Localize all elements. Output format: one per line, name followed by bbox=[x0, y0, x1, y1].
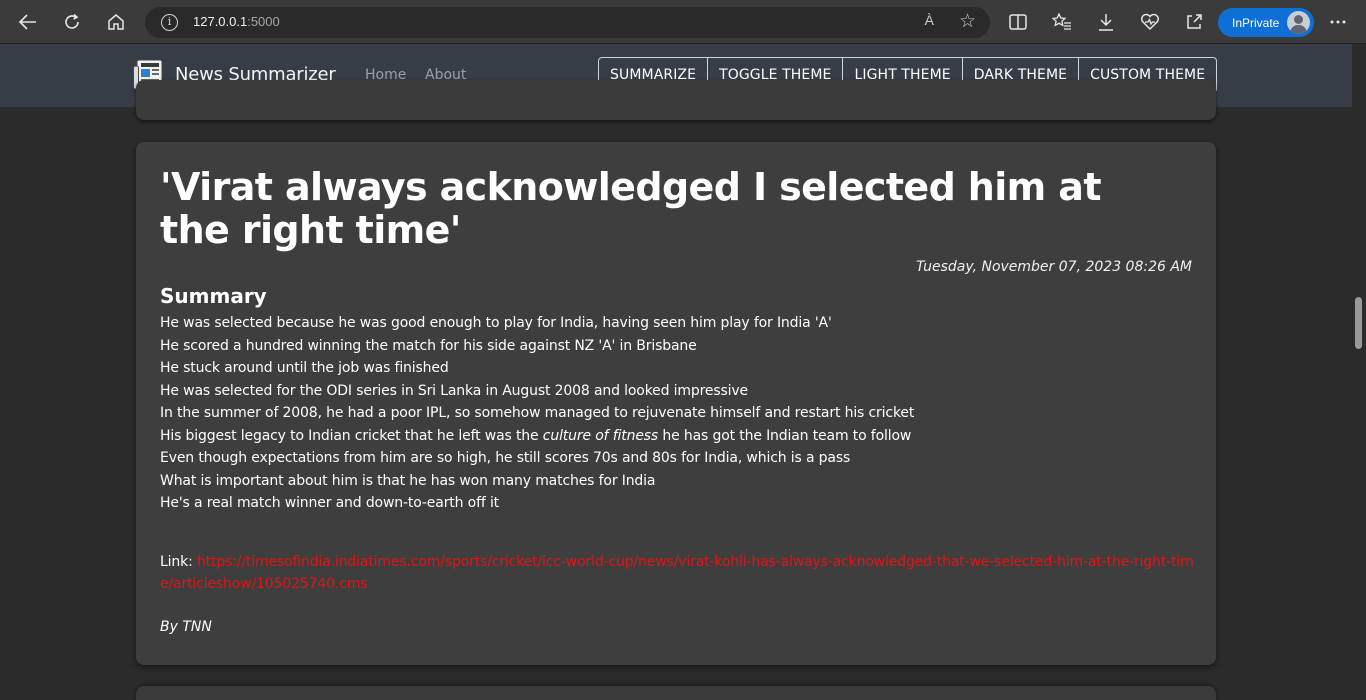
back-arrow-icon[interactable] bbox=[15, 9, 41, 35]
summary-point: He was selected because he was good enou… bbox=[160, 315, 832, 331]
share-icon[interactable] bbox=[1181, 9, 1207, 35]
summary-text: His biggest legacy to Indian cricket tha… bbox=[160, 427, 543, 444]
summary-text: he has got the Indian team to follow bbox=[658, 427, 912, 444]
inprivate-badge[interactable]: InPrivate bbox=[1218, 8, 1314, 37]
link-label: Link: bbox=[160, 554, 193, 570]
summary-list: He was selected because he was good enou… bbox=[160, 312, 1200, 515]
avatar bbox=[1287, 11, 1310, 34]
scrollbar-thumb[interactable] bbox=[1355, 297, 1362, 349]
read-aloud-icon[interactable]: À bbox=[925, 12, 934, 28]
url-text[interactable]: 127.0.0.1:5000 bbox=[193, 14, 280, 29]
byline: By TNN bbox=[160, 619, 212, 635]
summary-point: He was selected for the ODI series in Sr… bbox=[160, 382, 749, 399]
article-date: Tuesday, November 07, 2023 08:26 AM bbox=[915, 259, 1192, 275]
info-icon[interactable]: i bbox=[161, 14, 178, 31]
summary-point: What is important about him is that he h… bbox=[160, 472, 656, 489]
browser-essentials-icon[interactable] bbox=[1137, 9, 1163, 35]
source-link[interactable]: https://timesofindia.indiatimes.com/spor… bbox=[160, 554, 1194, 592]
source-link-row: Link: https://timesofindia.indiatimes.co… bbox=[160, 551, 1200, 595]
inprivate-label: InPrivate bbox=[1232, 16, 1280, 30]
next-article-card bbox=[136, 686, 1216, 700]
summary-point: Even though expectations from him are so… bbox=[160, 450, 851, 466]
more-icon[interactable] bbox=[1325, 9, 1351, 35]
favorite-star-icon[interactable]: ☆ bbox=[959, 10, 976, 32]
summary-heading: Summary bbox=[160, 284, 267, 308]
favorites-list-icon[interactable] bbox=[1049, 9, 1075, 35]
summary-point: In the summer of 2008, he had a poor IPL… bbox=[160, 405, 915, 421]
address-bar[interactable]: i 127.0.0.1:5000 À ☆ bbox=[145, 7, 990, 38]
summary-point: He stuck around until the job was finish… bbox=[160, 360, 449, 376]
browser-toolbar: i 127.0.0.1:5000 À ☆ InPrivate bbox=[0, 0, 1366, 44]
summary-point: His biggest legacy to Indian cricket tha… bbox=[160, 425, 1200, 448]
download-icon[interactable] bbox=[1093, 9, 1119, 35]
home-icon[interactable] bbox=[103, 9, 129, 35]
article-card: 'Virat always acknowledged I selected hi… bbox=[136, 142, 1216, 665]
refresh-icon[interactable] bbox=[59, 9, 85, 35]
split-screen-icon[interactable] bbox=[1005, 9, 1031, 35]
summary-point: He scored a hundred winning the match fo… bbox=[160, 337, 697, 354]
article-title: 'Virat always acknowledged I selected hi… bbox=[160, 165, 1102, 252]
summary-point: He's a real match winner and down-to-ear… bbox=[160, 495, 500, 511]
scrollbar[interactable] bbox=[1352, 44, 1366, 700]
previous-article-card bbox=[136, 80, 1216, 120]
summary-emphasis: culture of fitness bbox=[542, 427, 659, 444]
